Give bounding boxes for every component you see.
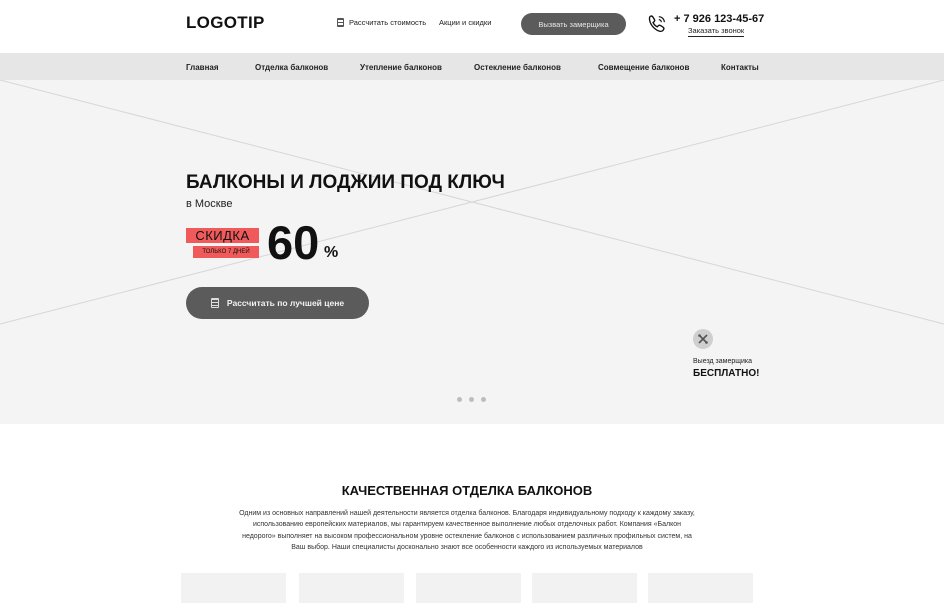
section-text: Одним из основных направлений нашей деят… bbox=[239, 510, 695, 551]
hero-subtitle: в Москве bbox=[186, 198, 233, 210]
callback-link[interactable]: Заказать звонок bbox=[688, 26, 745, 37]
call-measurer-button[interactable]: Вызвать замерщика bbox=[521, 13, 626, 35]
promo-link[interactable]: Акции и скидки bbox=[439, 18, 491, 27]
service-card[interactable] bbox=[181, 573, 286, 603]
promo-label: Акции и скидки bbox=[439, 18, 492, 27]
discount-tag: СКИДКА bbox=[186, 228, 259, 243]
calculator-icon bbox=[337, 18, 344, 27]
free-visit-caption: Выезд замерщика bbox=[693, 358, 753, 365]
slider-dot-1[interactable] bbox=[457, 397, 462, 402]
nav-item-combining[interactable]: Совмещение балконов bbox=[598, 63, 689, 72]
section-title: КАЧЕСТВЕННАЯ ОТДЕЛКА БАЛКОНОВ bbox=[341, 483, 593, 498]
hero-banner bbox=[0, 80, 944, 424]
image-placeholder-cross bbox=[0, 80, 944, 325]
nav-item-contacts[interactable]: Контакты bbox=[721, 63, 759, 72]
hero-title: БАЛКОНЫ И ЛОДЖИИ ПОД КЛЮЧ bbox=[186, 172, 505, 193]
main-nav bbox=[0, 53, 944, 80]
nav-item-insulation[interactable]: Утепление балконов bbox=[360, 63, 442, 72]
discount-note: ТОЛЬКО 7 ДНЕЙ bbox=[193, 246, 259, 258]
measuring-tools-icon bbox=[693, 329, 713, 349]
nav-item-finishing[interactable]: Отделка балконов bbox=[255, 63, 328, 72]
best-price-button[interactable]: Рассчитать по лучшей цене bbox=[186, 287, 369, 319]
calc-cost-label: Рассчитать стоимость bbox=[349, 18, 427, 27]
phone-icon bbox=[648, 15, 665, 33]
slider-dot-3[interactable] bbox=[481, 397, 486, 402]
calc-cost-link[interactable]: Рассчитать стоимость bbox=[337, 18, 426, 27]
calculator-icon bbox=[210, 298, 219, 308]
nav-item-home[interactable]: Главная bbox=[186, 63, 219, 72]
slider-dot-2[interactable] bbox=[469, 397, 474, 402]
free-visit-label: БЕСПЛАТНО! bbox=[693, 368, 760, 379]
nav-item-glazing[interactable]: Остекление балконов bbox=[474, 63, 561, 72]
percent-sign: % bbox=[324, 244, 339, 261]
service-card[interactable] bbox=[532, 573, 637, 603]
call-measurer-label: Вызвать замерщика bbox=[538, 19, 609, 29]
service-card[interactable] bbox=[416, 573, 521, 603]
service-card[interactable] bbox=[648, 573, 753, 603]
service-card[interactable] bbox=[299, 573, 404, 603]
discount-value: 60 bbox=[267, 216, 320, 269]
logo[interactable]: LOGOTIP bbox=[186, 13, 265, 33]
phone-number[interactable]: + 7 926 123-45-67 bbox=[674, 13, 764, 25]
best-price-label: Рассчитать по лучшей цене bbox=[226, 298, 345, 308]
